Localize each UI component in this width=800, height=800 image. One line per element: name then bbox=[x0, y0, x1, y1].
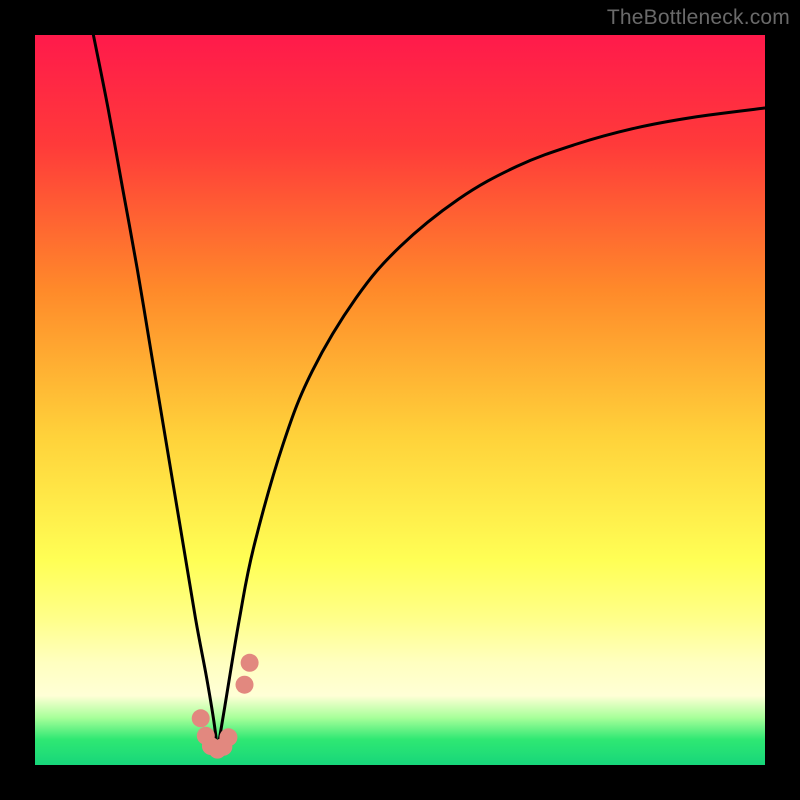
series-left-branch bbox=[93, 35, 217, 750]
curves-layer bbox=[35, 35, 765, 765]
series-right-branch bbox=[218, 108, 766, 750]
chart-frame: TheBottleneck.com bbox=[0, 0, 800, 800]
plot-area bbox=[35, 35, 765, 765]
marker-point bbox=[219, 728, 237, 746]
marker-point bbox=[241, 654, 259, 672]
marker-point bbox=[236, 676, 254, 694]
marker-point bbox=[192, 709, 210, 727]
watermark-text: TheBottleneck.com bbox=[607, 6, 790, 30]
